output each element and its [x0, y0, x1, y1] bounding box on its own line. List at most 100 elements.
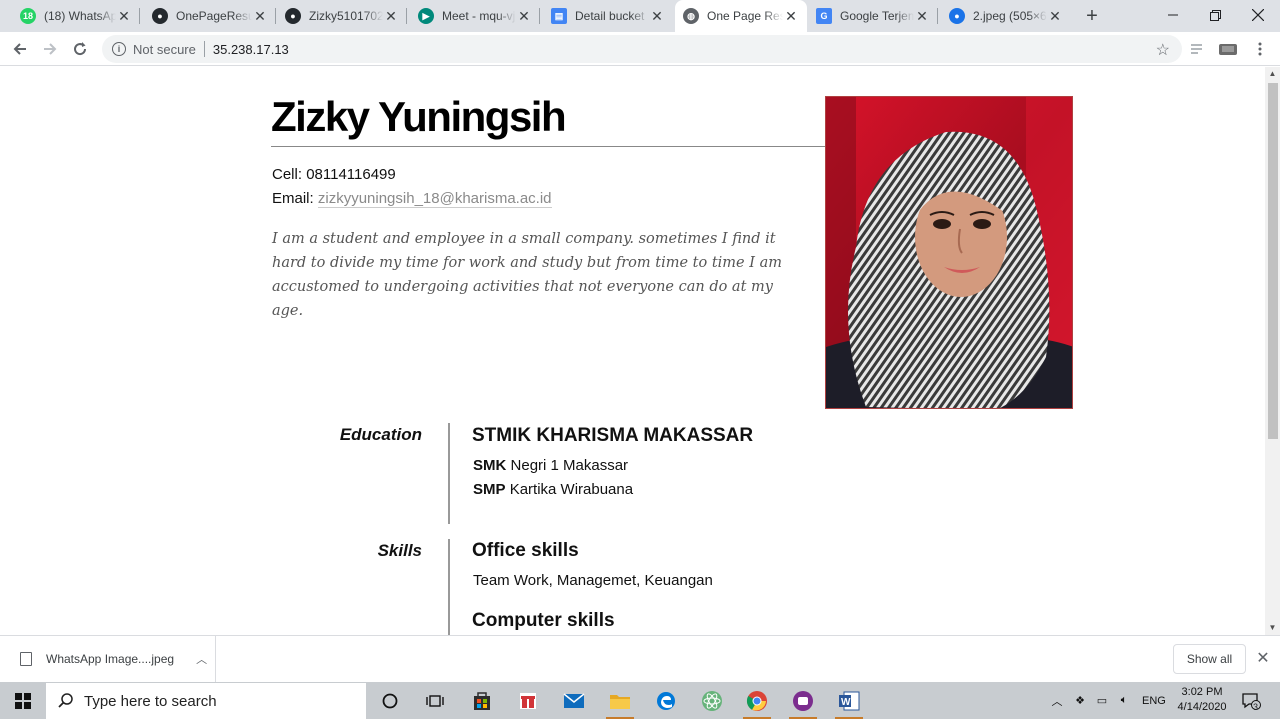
tab-google-translate[interactable]: G Google Terjem ✕: [808, 0, 938, 32]
scrollbar-thumb[interactable]: [1268, 83, 1278, 439]
tab-onepageresume[interactable]: ● OnePageResume ✕: [144, 0, 276, 32]
close-tab-icon[interactable]: ✕: [914, 8, 930, 25]
store-icon[interactable]: [466, 685, 498, 716]
download-item[interactable]: WhatsApp Image....jpeg ︿: [0, 636, 216, 682]
bio-paragraph: I am a student and employee in a small c…: [272, 231, 782, 319]
reading-list-icon[interactable]: [1189, 40, 1209, 58]
education-item: SMK Negri 1 Makassar: [473, 457, 629, 474]
education-item: SMP Kartika Wirabuana: [473, 481, 634, 498]
close-icon[interactable]: ✕: [1253, 648, 1273, 668]
tab-one-page-resume-active[interactable]: ◍ One Page Resu ✕: [675, 0, 807, 32]
info-icon[interactable]: i: [112, 42, 126, 56]
skill-group-title: Office skills: [472, 540, 579, 561]
mail-icon[interactable]: [558, 685, 590, 716]
whatsapp-icon: 18: [20, 8, 36, 24]
translate-icon: G: [816, 8, 832, 24]
page-viewport[interactable]: Zizky Yuningsih Cell: 08114116499 Email:…: [0, 67, 1280, 635]
profile-photo: [825, 96, 1073, 409]
url-text[interactable]: 35.238.17.13: [213, 42, 289, 57]
extension-icon[interactable]: [1218, 40, 1238, 58]
email-link[interactable]: zizkyyuningsih_18@kharisma.ac.id: [317, 190, 552, 208]
clock-time: 3:02 PM: [1181, 686, 1223, 698]
download-bar: WhatsApp Image....jpeg ︿ Show all ✕: [0, 635, 1280, 682]
close-tab-icon[interactable]: ✕: [783, 8, 799, 25]
search-icon: [58, 693, 73, 708]
system-tray: ︿ ❖ ▭ 🔈︎ ENG: [1050, 682, 1166, 719]
restore-button[interactable]: [1192, 0, 1238, 30]
close-tab-icon[interactable]: ✕: [516, 8, 532, 25]
close-tab-icon[interactable]: ✕: [383, 8, 399, 25]
skills-label: Skills: [377, 541, 422, 560]
github-icon: ●: [152, 8, 168, 24]
globe-icon: ◍: [683, 8, 699, 24]
page-scrollbar[interactable]: ▲ ▼: [1265, 67, 1280, 635]
meet-icon: ▶: [418, 8, 434, 24]
file-icon: [20, 652, 32, 666]
reload-button[interactable]: [68, 37, 92, 61]
bookmark-star-icon[interactable]: ☆: [1156, 40, 1170, 60]
cell-number: 08114116499: [306, 166, 396, 183]
tab-image-jpeg[interactable]: ● 2.jpeg (505×6 ✕: [941, 0, 1071, 32]
svg-text:W: W: [841, 697, 851, 708]
scroll-down-icon[interactable]: ▼: [1265, 621, 1280, 635]
download-file-name: WhatsApp Image....jpeg: [46, 652, 175, 666]
scroll-up-icon[interactable]: ▲: [1265, 67, 1280, 81]
show-all-button[interactable]: Show all: [1173, 644, 1246, 674]
security-label: Not secure: [133, 41, 196, 57]
name-divider: [271, 146, 825, 147]
dropbox-icon[interactable]: ❖: [1072, 694, 1088, 707]
bucket-icon: ▤: [551, 8, 567, 24]
edge-icon[interactable]: [650, 685, 682, 716]
restore-icon: [1209, 9, 1221, 21]
education-divider: [448, 423, 450, 524]
tab-detail-bucket[interactable]: ▤ Detail bucket ✕: [543, 0, 673, 32]
close-tab-icon[interactable]: ✕: [252, 8, 268, 25]
word-icon[interactable]: W: [833, 685, 865, 719]
menu-kebab-icon[interactable]: [1250, 40, 1270, 58]
close-tab-icon[interactable]: ✕: [1047, 8, 1063, 25]
taskbar-clock[interactable]: 3:02 PM 4/14/2020: [1170, 685, 1234, 715]
chevron-up-icon[interactable]: ︿: [196, 651, 207, 667]
windows-taskbar: Type here to search W ︿ ❖ ▭ 🔈︎ ENG 3:02 …: [0, 682, 1280, 719]
cell-line: Cell: 08114116499: [272, 166, 396, 183]
file-explorer-icon[interactable]: [604, 685, 636, 719]
gift-app-icon[interactable]: [512, 685, 544, 716]
tab-meet[interactable]: ▶ Meet - mqu-vj ✕: [410, 0, 540, 32]
forward-button[interactable]: [38, 37, 62, 61]
new-tab-button[interactable]: +: [1080, 4, 1104, 28]
education-primary: STMIK KHARISMA MAKASSAR: [472, 425, 754, 446]
address-bar[interactable]: i Not secure 35.238.17.13 ☆: [102, 35, 1182, 63]
skill-group-items: Team Work, Managemet, Keuangan: [473, 572, 713, 589]
browser-toolbar: i Not secure 35.238.17.13 ☆: [0, 32, 1280, 66]
atom-editor-icon[interactable]: [696, 685, 728, 716]
close-window-button[interactable]: [1235, 0, 1280, 30]
tab-whatsapp[interactable]: 18 (18) WhatsApp ✕: [12, 0, 140, 32]
chrome-icon[interactable]: [741, 685, 773, 719]
video-app-icon[interactable]: [787, 685, 819, 719]
back-button[interactable]: [8, 37, 32, 61]
skills-divider: [448, 539, 450, 635]
notification-count: 3: [1253, 702, 1259, 712]
taskbar-search[interactable]: Type here to search: [46, 683, 366, 719]
arrow-right-icon: [44, 43, 57, 55]
start-button[interactable]: [0, 682, 46, 719]
skill-group-title: Computer skills: [472, 610, 615, 631]
close-tab-icon[interactable]: ✕: [116, 8, 132, 25]
speaker-icon[interactable]: 🔈︎: [1116, 694, 1132, 707]
cortana-icon[interactable]: [374, 685, 406, 716]
minimize-button[interactable]: [1150, 0, 1196, 30]
minimize-icon: [1168, 14, 1178, 16]
reload-icon: [74, 42, 87, 56]
education-label: Education: [339, 425, 422, 444]
language-indicator[interactable]: ENG: [1142, 695, 1166, 707]
chevron-up-icon[interactable]: ︿: [1050, 693, 1064, 709]
tab-zizky-github[interactable]: ● Zizky51017022 ✕: [277, 0, 407, 32]
battery-icon[interactable]: ▭: [1094, 694, 1110, 707]
image-icon: ●: [949, 8, 965, 24]
close-tab-icon[interactable]: ✕: [649, 8, 665, 25]
tab-strip: 18 (18) WhatsApp ✕ ● OnePageResume ✕ ● Z…: [0, 0, 1280, 32]
resume-name: Zizky Yuningsih: [271, 93, 567, 140]
notification-center-icon[interactable]: 3: [1236, 685, 1266, 716]
close-icon: [1252, 9, 1264, 21]
task-view-icon[interactable]: [419, 685, 451, 716]
